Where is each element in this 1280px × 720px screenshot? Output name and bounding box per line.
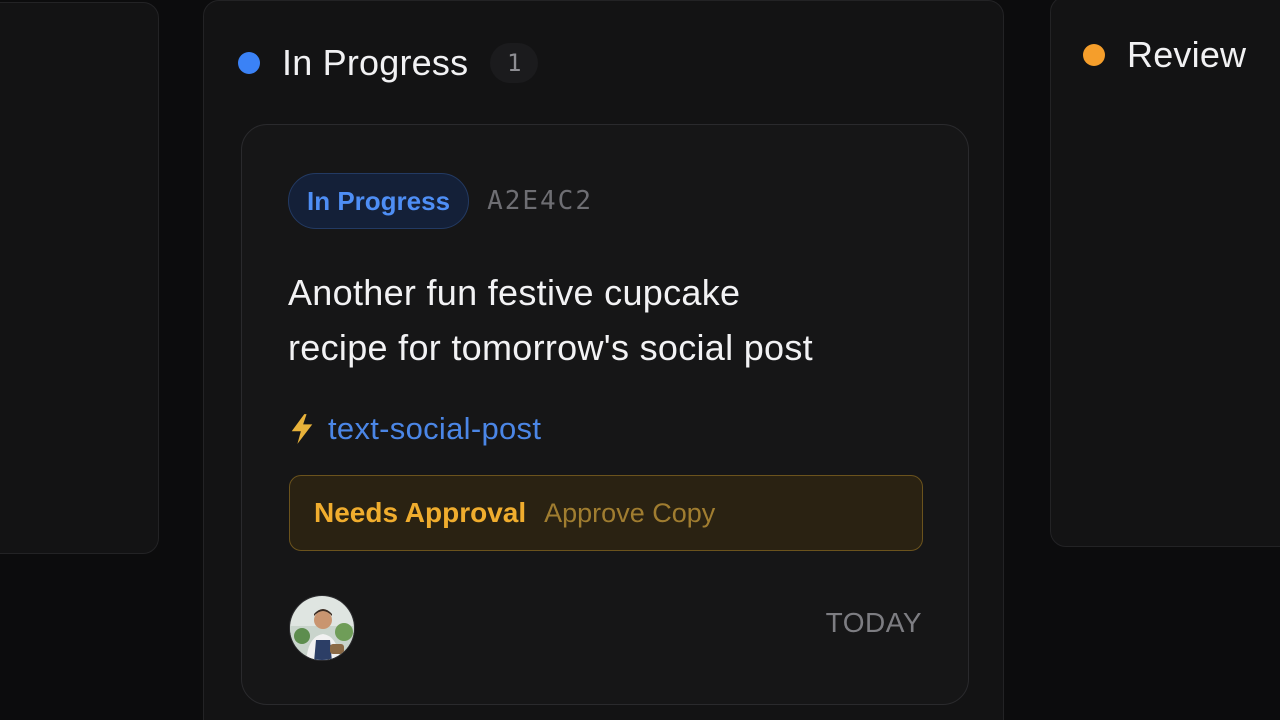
column-header: In Progress 1 (238, 41, 539, 85)
kanban-column-previous (0, 2, 159, 554)
column-header: Review (1083, 33, 1246, 77)
workflow-link[interactable]: text-social-post (288, 411, 541, 447)
workflow-label: text-social-post (328, 411, 542, 446)
status-dot-icon (238, 52, 260, 74)
lightning-bolt-icon (291, 414, 313, 444)
status-badge: In Progress (288, 173, 470, 229)
task-card[interactable]: In Progress A2E4C2 Another fun festive c… (241, 124, 969, 705)
column-title: In Progress (282, 42, 469, 83)
due-date-label: TODAY (825, 607, 922, 638)
kanban-board: In Progress 1 In Progress A2E4C2 Another… (0, 0, 1280, 720)
kanban-column-review: Review (1050, 0, 1280, 547)
approval-status: Needs Approval (314, 497, 527, 528)
user-avatar[interactable] (289, 595, 355, 661)
avatar-image (290, 596, 354, 660)
kanban-column-in-progress: In Progress 1 In Progress A2E4C2 Another… (203, 0, 1004, 720)
card-meta: In Progress A2E4C2 (288, 173, 593, 229)
task-id: A2E4C2 (487, 186, 593, 216)
column-count-badge: 1 (490, 43, 539, 83)
card-title-line: Another fun festive cupcake (288, 272, 741, 313)
status-dot-icon (1083, 44, 1105, 66)
column-title: Review (1127, 34, 1247, 75)
card-title: Another fun festive cupcake recipe for t… (288, 265, 928, 375)
card-title-line: recipe for tomorrow's social post (288, 327, 813, 368)
approval-banner[interactable]: Needs Approval Approve Copy (289, 475, 923, 551)
approve-copy-action[interactable]: Approve Copy (544, 498, 715, 529)
